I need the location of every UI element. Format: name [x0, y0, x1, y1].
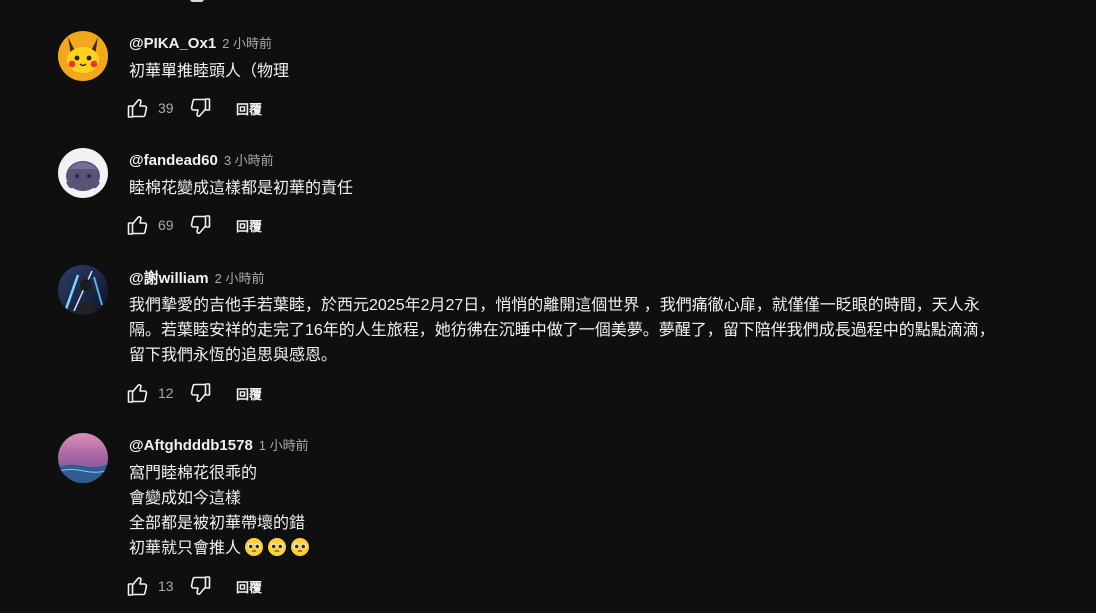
thumb-up-icon: [127, 216, 148, 235]
reply-button[interactable]: 回覆: [236, 216, 262, 235]
author-handle[interactable]: @PIKA_Ox1: [129, 35, 216, 52]
comment-line: 初華就只會推人: [129, 540, 242, 557]
reply-button[interactable]: 回覆: [236, 577, 262, 596]
pleading-face-emoji: [291, 538, 310, 556]
previous-comment-icon-edge: [190, 0, 204, 2]
comment-line: 隔。若葉睦安祥的走完了16年的人生旅程，她彷彿在沉睡中做了一個美夢。夢醒了，留下…: [129, 322, 995, 339]
author-handle[interactable]: @Aftghdddb1578: [129, 437, 253, 454]
comment-text: 初華單推睦頭人（物理: [129, 59, 1079, 84]
comment-line: 窩門睦棉花很乖的: [129, 465, 258, 482]
comment-line: 留下我們永恆的追思與感恩。: [129, 347, 338, 364]
pleading-face-emoji: [268, 538, 287, 556]
comment-time[interactable]: 1 小時前: [259, 435, 309, 454]
comment-time[interactable]: 2 小時前: [215, 268, 265, 287]
avatar[interactable]: [58, 148, 108, 198]
comment-time[interactable]: 2 小時前: [222, 33, 272, 52]
dislike-button[interactable]: [187, 573, 213, 599]
comment-line-with-emoji: 初華就只會推人: [129, 536, 1079, 561]
like-count: 13: [158, 578, 174, 594]
comment-header: @PIKA_Ox1 2 小時前: [129, 33, 272, 53]
like-count: 12: [158, 385, 174, 401]
comment-time[interactable]: 3 小時前: [224, 150, 274, 169]
emoji-group: [241, 538, 310, 557]
pleading-face-emoji: [245, 538, 264, 556]
like-count: 69: [158, 217, 174, 233]
thumb-up-icon: [127, 384, 148, 403]
comment-actions: 39 回覆: [125, 95, 262, 121]
comment-actions: 13 回覆: [125, 573, 262, 599]
avatar[interactable]: [58, 31, 108, 81]
comment-line: 睦棉花變成這樣都是初華的責任: [129, 180, 354, 197]
thumb-up-icon: [127, 99, 148, 118]
comment-line: 會變成如今這樣: [129, 490, 242, 507]
thumb-down-icon: [190, 215, 211, 234]
dislike-button[interactable]: [187, 380, 213, 406]
dislike-button[interactable]: [187, 95, 213, 121]
thumb-down-icon: [190, 576, 211, 595]
thumb-down-icon: [190, 98, 211, 117]
comment-text: 窩門睦棉花很乖的 會變成如今這樣 全部都是被初華帶壞的錯 初華就只會推人: [129, 461, 1079, 561]
avatar[interactable]: [58, 265, 108, 315]
like-button[interactable]: [125, 573, 151, 599]
like-count: 39: [158, 100, 174, 116]
avatar[interactable]: [58, 433, 108, 483]
reply-button[interactable]: 回覆: [236, 99, 262, 118]
comment-text: 我們摯愛的吉他手若葉睦，於西元2025年2月27日，悄悄的離開這個世界 ，我們痛…: [129, 293, 1079, 368]
comment-actions: 69 回覆: [125, 212, 262, 238]
author-handle[interactable]: @謝william: [129, 267, 209, 288]
author-handle[interactable]: @fandead60: [129, 152, 218, 169]
comments-section: @PIKA_Ox1 2 小時前 初華單推睦頭人（物理 39 回覆 @fandea…: [0, 0, 1096, 613]
like-button[interactable]: [125, 95, 151, 121]
like-button[interactable]: [125, 212, 151, 238]
comment-header: @謝william 2 小時前: [129, 267, 265, 287]
comment-text: 睦棉花變成這樣都是初華的責任: [129, 176, 1079, 201]
thumb-up-icon: [127, 577, 148, 596]
comment-line: 全部都是被初華帶壞的錯: [129, 515, 306, 532]
comment-header: @Aftghdddb1578 1 小時前: [129, 435, 309, 455]
comment-header: @fandead60 3 小時前: [129, 150, 274, 170]
like-button[interactable]: [125, 380, 151, 406]
dislike-button[interactable]: [187, 212, 213, 238]
comment-actions: 12 回覆: [125, 380, 262, 406]
thumb-down-icon: [190, 383, 211, 402]
comment-line: 我們摯愛的吉他手若葉睦，於西元2025年2月27日，悄悄的離開這個世界 ，我們痛…: [129, 297, 980, 314]
comment-line: 初華單推睦頭人（物理: [129, 63, 290, 80]
reply-button[interactable]: 回覆: [236, 384, 262, 403]
